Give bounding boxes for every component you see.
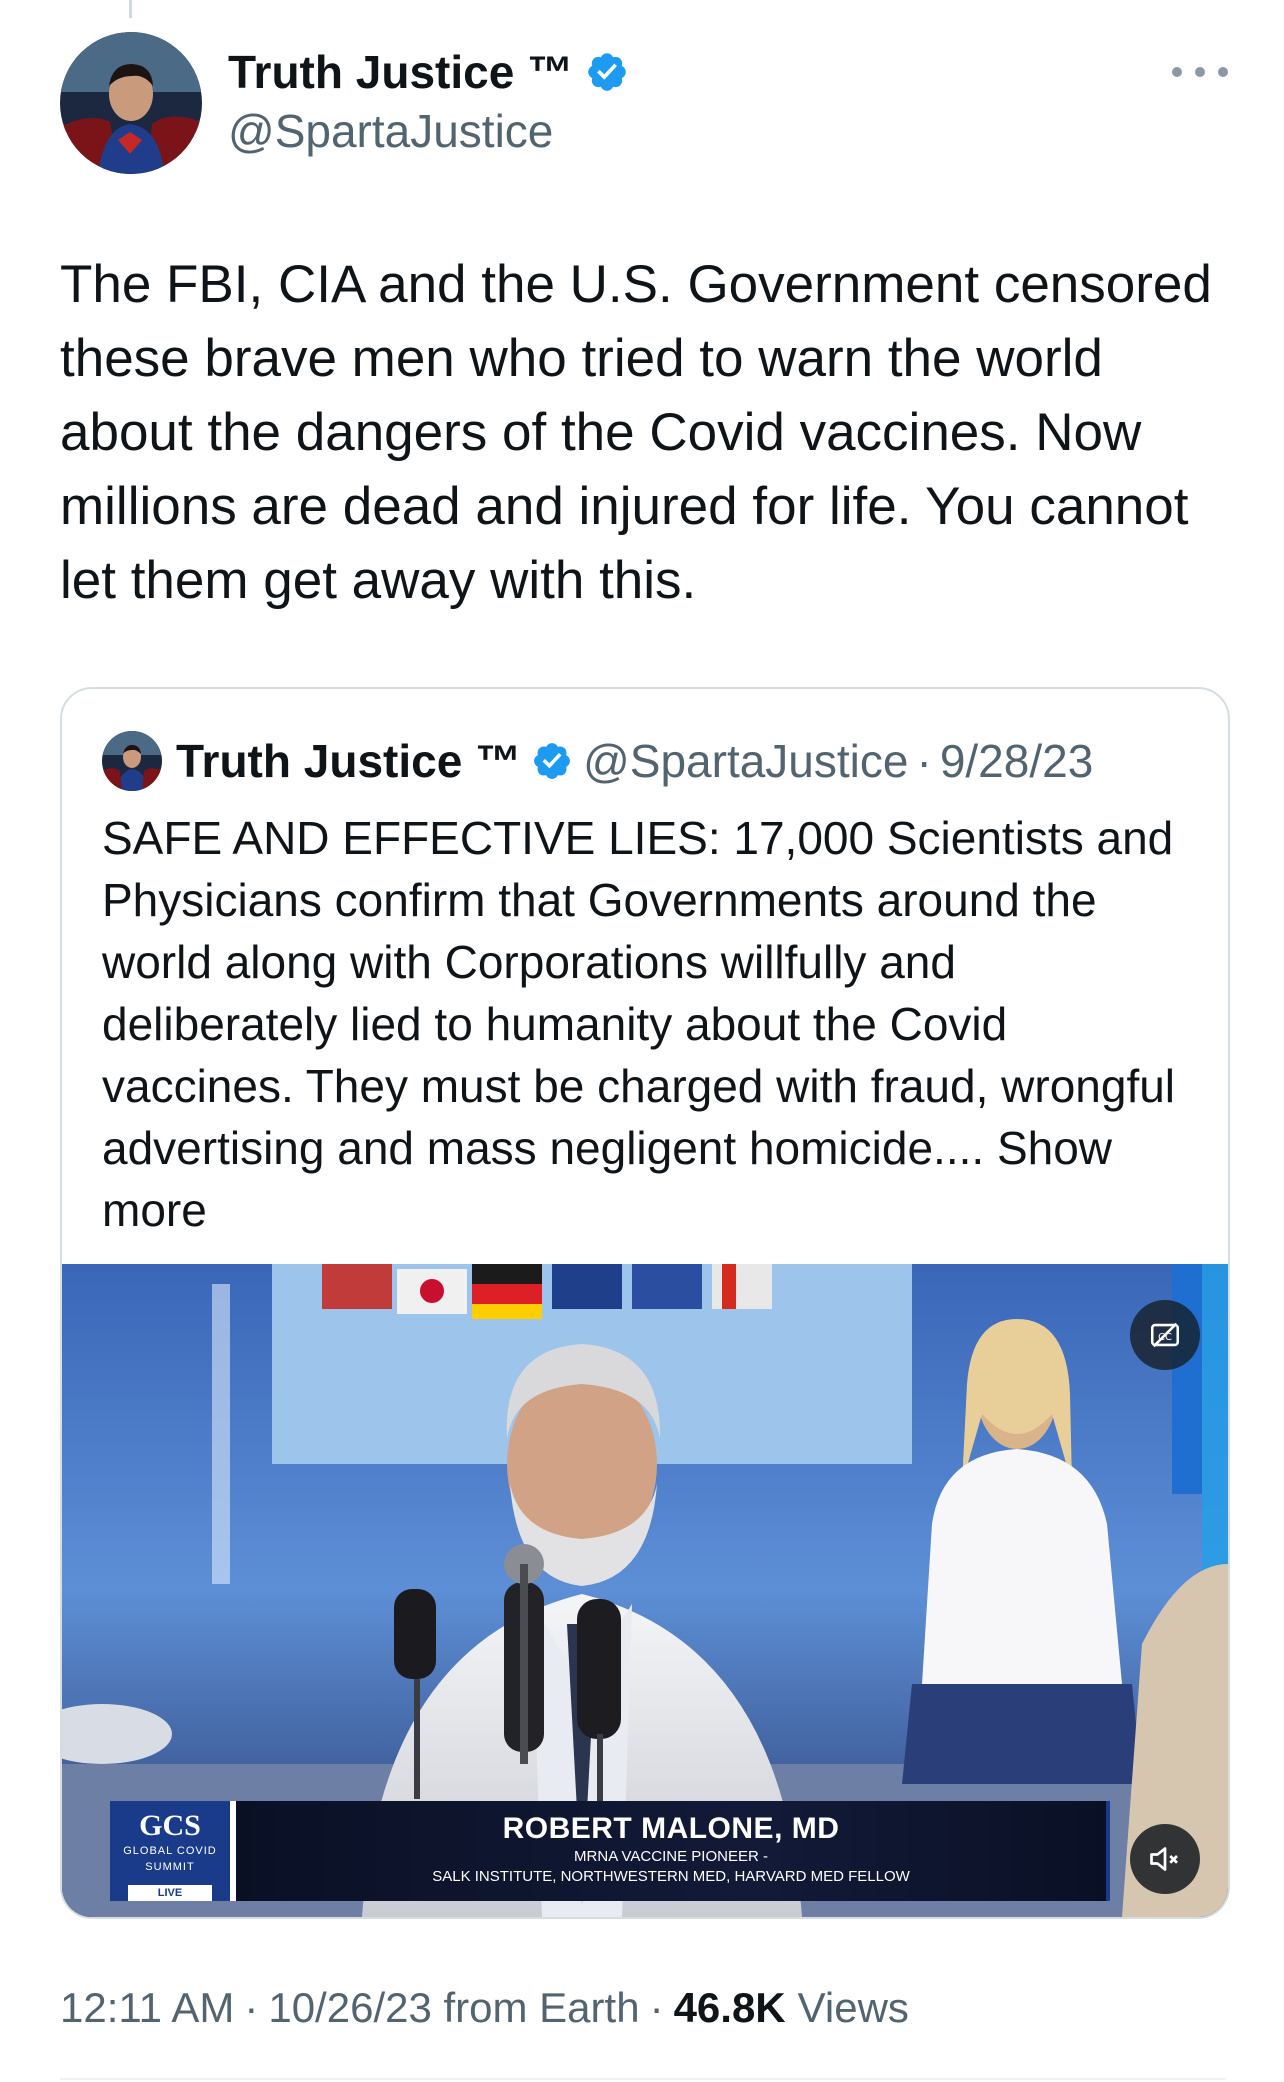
quoted-tweet-card[interactable]: Truth Justice ™ @SpartaJustice · 9/28/23…	[60, 687, 1230, 1919]
gcs-logo-text: GCS	[139, 1809, 201, 1842]
author-display-name[interactable]: Truth Justice ™	[228, 45, 573, 99]
quoted-tweet-body: SAFE AND EFFECTIVE LIES: 17,000 Scientis…	[102, 812, 1176, 1174]
video-lower-third: GCS GLOBAL COVID SUMMIT LIVE ROBERT MALO…	[110, 1801, 1110, 1901]
author-handle[interactable]: @SpartaJustice	[228, 104, 553, 158]
thread-connector-line	[129, 0, 132, 18]
closed-captions-off-icon: CC	[1150, 1322, 1180, 1348]
gcs-logo-box: GCS GLOBAL COVID SUMMIT LIVE	[110, 1801, 236, 1901]
video-player[interactable]: CC GCS GLOBAL COVID SUMMIT LIVE ROBERT M…	[62, 1264, 1228, 1917]
quoted-author-avatar	[102, 731, 162, 791]
quoted-tweet-header: Truth Justice ™ @SpartaJustice · 9/28/23	[102, 731, 1093, 791]
quoted-tweet-date: 9/28/23	[939, 735, 1094, 787]
live-badge: LIVE	[128, 1885, 212, 1901]
more-horizontal-icon	[1218, 67, 1228, 77]
more-options-button[interactable]	[1172, 52, 1228, 92]
speaker-subtitle-2: SALK INSTITUTE, NORTHWESTERN MED, HARVAR…	[432, 1868, 910, 1885]
meta-separator: ·	[916, 735, 932, 787]
more-horizontal-icon	[1195, 67, 1205, 77]
gcs-logo-subtitle-2: SUMMIT	[145, 1861, 195, 1873]
quoted-tweet-text: SAFE AND EFFECTIVE LIES: 17,000 Scientis…	[102, 807, 1202, 1241]
tweet-time[interactable]: 12:11 AM	[60, 1984, 234, 2032]
author-avatar[interactable]	[60, 32, 202, 174]
verified-badge-icon	[588, 53, 626, 91]
verified-badge-icon	[534, 743, 571, 779]
volume-muted-icon	[1150, 1847, 1178, 1871]
tweet-text: The FBI, CIA and the U.S. Government cen…	[60, 255, 1227, 610]
quoted-author-display-name: Truth Justice ™	[176, 735, 522, 787]
tweet-meta: 12:11 AM · 10/26/23 from Earth · 46.8K V…	[60, 1984, 909, 2032]
tweet-date-source[interactable]: 10/26/23 from Earth	[268, 1984, 639, 2032]
meta-separator: ·	[244, 1984, 259, 2031]
quoted-author-handle: @SpartaJustice	[583, 735, 909, 787]
gcs-logo-subtitle-1: GLOBAL COVID	[123, 1845, 217, 1857]
meta-separator: ·	[649, 1984, 664, 2031]
closed-captions-off-icon[interactable]: CC	[1130, 1300, 1200, 1370]
volume-muted-icon[interactable]	[1130, 1824, 1200, 1894]
speaker-subtitle-1: MRNA VACCINE PIONEER -	[574, 1848, 768, 1865]
speaker-name: ROBERT MALONE, MD	[502, 1812, 840, 1845]
divider	[60, 2078, 1226, 2080]
views-label: Views	[797, 1984, 909, 2031]
speaker-name-bar: ROBERT MALONE, MD MRNA VACCINE PIONEER -…	[236, 1801, 1110, 1901]
views-count: 46.8K	[673, 1984, 786, 2031]
more-horizontal-icon	[1172, 67, 1182, 77]
